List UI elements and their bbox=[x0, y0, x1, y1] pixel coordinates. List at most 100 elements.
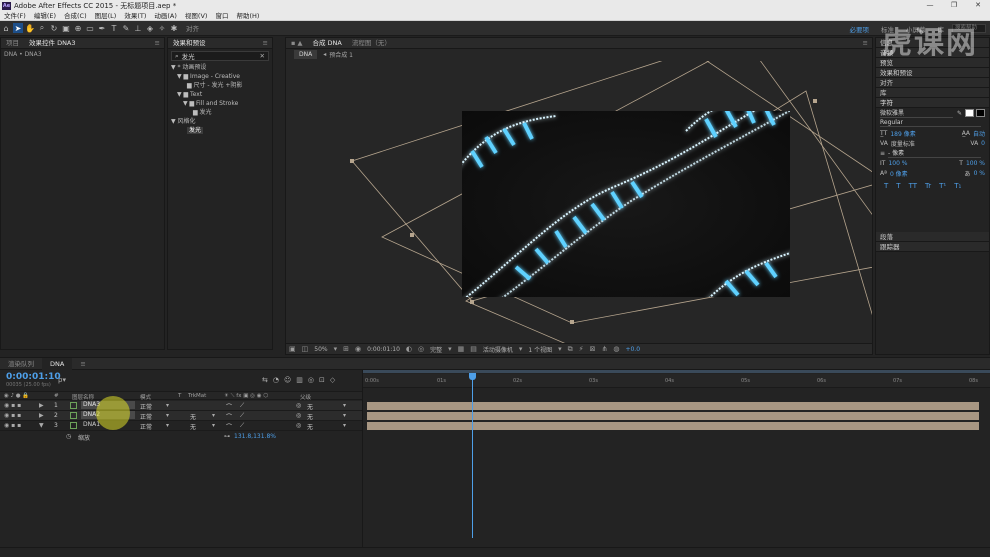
parent-select[interactable]: 无 bbox=[307, 422, 313, 431]
tab-project[interactable]: 项目 bbox=[1, 38, 24, 49]
timeline-tracks[interactable]: 0:00s 01s 02s 03s 04s 05s 06s 07s 08s bbox=[362, 370, 990, 548]
tab-render-queue[interactable]: 渲染队列 bbox=[0, 358, 42, 370]
expand-triangle-icon[interactable]: ▼ bbox=[39, 422, 44, 429]
3d-view-icon[interactable]: ▤ bbox=[470, 345, 477, 353]
keyframe-icon[interactable]: ◇ bbox=[330, 376, 335, 384]
section-effects-presets[interactable]: 效果和预设 bbox=[876, 68, 989, 78]
fast-preview-icon[interactable]: ⚡ bbox=[579, 345, 584, 353]
col-trkmat[interactable]: TrkMat bbox=[188, 393, 206, 399]
comp-mini-flowchart-icon[interactable]: ⇆ bbox=[262, 376, 268, 384]
parent-select[interactable]: 无 bbox=[307, 412, 313, 421]
faux-italic-button[interactable]: T bbox=[896, 182, 900, 190]
menu-effect[interactable]: 效果(T) bbox=[120, 11, 150, 21]
camera-tool-icon[interactable]: ▣ bbox=[61, 23, 71, 33]
snap-label[interactable]: 对齐 bbox=[186, 23, 199, 33]
panel-menu-icon[interactable]: ≡ bbox=[72, 358, 93, 370]
menu-help[interactable]: 帮助(H) bbox=[232, 11, 263, 21]
shy-switch-icon[interactable]: ⌒ bbox=[226, 402, 232, 411]
visibility-eye-icon[interactable]: ◉ ▪ ▪ bbox=[4, 402, 21, 409]
trkmat-select[interactable]: 无 bbox=[190, 422, 196, 431]
pick-whip-icon[interactable]: ◎ bbox=[296, 402, 301, 409]
panel-menu-icon[interactable]: ≡ bbox=[263, 39, 268, 47]
time-ruler[interactable]: 0:00s 01s 02s 03s 04s 05s 06s 07s 08s bbox=[363, 374, 990, 388]
visibility-eye-icon[interactable]: ◉ ▪ ▪ bbox=[4, 422, 21, 429]
motion-blur-icon[interactable]: ◎ bbox=[308, 376, 314, 384]
tree-item-glow-effect[interactable]: 发光 bbox=[171, 126, 272, 135]
layer-duration-bar[interactable] bbox=[367, 422, 979, 430]
transparency-grid-icon[interactable]: ▦ bbox=[458, 345, 465, 353]
col-t[interactable]: T bbox=[178, 393, 181, 399]
current-time-display[interactable]: 0:00:01:10 bbox=[367, 346, 400, 353]
tab-effect-controls[interactable]: 效果控件 DNA3 bbox=[24, 38, 81, 49]
col-mode[interactable]: 模式 bbox=[140, 393, 151, 401]
col-parent[interactable]: 父级 bbox=[300, 393, 311, 401]
eyedropper-icon[interactable]: ✎ bbox=[957, 110, 962, 117]
layer-mode-select[interactable]: 正常 bbox=[140, 412, 152, 421]
stroke-color-swatch[interactable] bbox=[976, 109, 985, 117]
clear-search-icon[interactable]: ✕ bbox=[260, 52, 265, 60]
tracking-value[interactable]: 0 bbox=[981, 140, 985, 147]
tab-composition[interactable]: 合成 DNA bbox=[307, 38, 346, 49]
roto-brush-tool-icon[interactable]: ✧ bbox=[157, 23, 167, 33]
tree-item[interactable]: ▼ ▆ Fill and Stroke bbox=[171, 99, 272, 108]
stopwatch-icon[interactable]: ◷ bbox=[66, 433, 71, 440]
subscript-button[interactable]: T₁ bbox=[954, 182, 961, 190]
scale-value[interactable]: 131.8,131.8% bbox=[234, 433, 276, 440]
quality-switch-icon[interactable]: ⟋ bbox=[240, 412, 244, 420]
menu-animation[interactable]: 动画(A) bbox=[150, 11, 181, 21]
tree-item[interactable]: ▼ 风格化 bbox=[171, 117, 272, 126]
baseline-shift-value[interactable]: 0 像素 bbox=[890, 169, 908, 178]
puppet-tool-icon[interactable]: ✱ bbox=[169, 23, 179, 33]
rectangle-tool-icon[interactable]: ▭ bbox=[85, 23, 95, 33]
tree-item[interactable]: ▆ 尺寸 - 发光 +阴影 bbox=[171, 81, 272, 90]
pick-whip-icon[interactable]: ◎ bbox=[296, 422, 301, 429]
exposure-reset-icon[interactable]: ◍ bbox=[613, 345, 619, 353]
selection-tool-icon[interactable]: ➤ bbox=[13, 23, 23, 33]
section-tracker[interactable]: 跟踪器 bbox=[876, 242, 989, 252]
table-row[interactable]: ◉ ▪ ▪ ▼ 3 DNA1 正常 ▾ 无 ▾ ⌒ ⟋ ◎ 无 ▾ bbox=[0, 421, 362, 431]
view-layout-select[interactable]: 1 个视图 bbox=[528, 345, 552, 354]
all-caps-button[interactable]: TT bbox=[909, 182, 917, 190]
effects-search-input[interactable]: ⌕ 发光 ✕ bbox=[171, 51, 269, 61]
shy-switch-icon[interactable]: ⌒ bbox=[226, 412, 232, 421]
work-area-bar[interactable] bbox=[363, 370, 990, 373]
pan-behind-tool-icon[interactable]: ⊕ bbox=[73, 23, 83, 33]
composition-viewer[interactable] bbox=[286, 61, 872, 344]
scale-property-row[interactable]: ◷ 缩放 ⊶ 131.8,131.8% bbox=[0, 432, 362, 442]
visibility-eye-icon[interactable]: ◉ ▪ ▪ bbox=[4, 412, 21, 419]
eraser-tool-icon[interactable]: ◈ bbox=[145, 23, 155, 33]
pick-whip-icon[interactable]: ◎ bbox=[296, 412, 301, 419]
menu-layer[interactable]: 图层(L) bbox=[91, 11, 121, 21]
layer-mode-select[interactable]: 正常 bbox=[140, 422, 152, 431]
lock-icon[interactable]: ▪ ▲ bbox=[286, 38, 307, 49]
shy-switch-icon[interactable]: ⌒ bbox=[226, 422, 232, 431]
minimize-button[interactable]: — bbox=[918, 0, 942, 11]
close-button[interactable]: ✕ bbox=[966, 0, 990, 11]
frame-blending-icon[interactable]: ▥ bbox=[296, 376, 303, 384]
zoom-tool-icon[interactable]: ⌕ bbox=[37, 23, 47, 33]
font-family-select[interactable]: 微软雅黑 bbox=[880, 108, 953, 118]
layer-duration-bar[interactable] bbox=[367, 412, 979, 420]
kerning-value[interactable]: 度量标准 bbox=[891, 139, 915, 148]
exposure-value[interactable]: +0.0 bbox=[625, 346, 640, 353]
section-align[interactable]: 对齐 bbox=[876, 78, 989, 88]
timeline-icon[interactable]: ⊠ bbox=[590, 345, 596, 353]
layer-duration-bar[interactable] bbox=[367, 402, 979, 410]
expand-triangle-icon[interactable]: ▶ bbox=[39, 402, 44, 409]
parent-select[interactable]: 无 bbox=[307, 402, 313, 411]
region-of-interest-icon[interactable]: ◫ bbox=[302, 345, 309, 353]
hide-shy-layers-icon[interactable]: ☺ bbox=[284, 376, 291, 384]
graph-editor-icon[interactable]: ⊡ bbox=[319, 376, 325, 384]
panel-menu-icon[interactable]: ≡ bbox=[155, 39, 160, 47]
draft-3d-icon[interactable]: ◔ bbox=[273, 376, 279, 384]
tab-flowchart[interactable]: 流程图（无） bbox=[347, 38, 396, 49]
brush-tool-icon[interactable]: ✎ bbox=[121, 23, 131, 33]
color-channel-icon[interactable]: ◎ bbox=[418, 345, 424, 353]
menu-composition[interactable]: 合成(C) bbox=[60, 11, 91, 21]
grid-icon[interactable]: ⊞ bbox=[343, 345, 349, 353]
maximize-button[interactable]: ❐ bbox=[942, 0, 966, 11]
comp-crumb-dna[interactable]: DNA bbox=[294, 50, 318, 59]
layer-mode-select[interactable]: 正常 bbox=[140, 402, 152, 411]
col-num[interactable]: # bbox=[54, 393, 59, 399]
timeline-current-time[interactable]: 0:00:01:10 bbox=[6, 372, 61, 382]
